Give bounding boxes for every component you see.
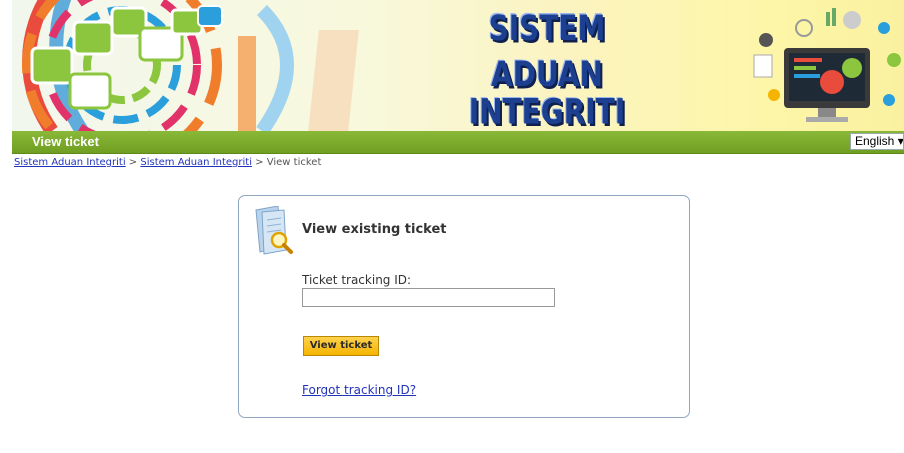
tracking-id-label: Ticket tracking ID: <box>302 273 412 287</box>
breadcrumb: Sistem Aduan Integriti > Sistem Aduan In… <box>14 157 321 168</box>
page-title: View ticket <box>32 134 99 149</box>
page: SISTEM ADUAN INTEGRITI View ticket Engli… <box>12 0 904 453</box>
forgot-tracking-id-link[interactable]: Forgot tracking ID? <box>302 383 416 397</box>
breadcrumb-separator: > <box>125 157 141 168</box>
breadcrumb-link-2[interactable]: Sistem Aduan Integriti <box>140 157 252 168</box>
page-title-bar: View ticket English ▾ <box>12 131 904 154</box>
banner-devices-graphic <box>753 8 901 122</box>
header-banner: SISTEM ADUAN INTEGRITI <box>12 0 904 131</box>
breadcrumb-link-1[interactable]: Sistem Aduan Integriti <box>14 157 126 168</box>
banner-title-line1: SISTEM <box>488 7 606 49</box>
view-ticket-button[interactable]: View ticket <box>303 336 379 356</box>
language-select[interactable]: English ▾ <box>850 133 904 150</box>
banner-title: SISTEM ADUAN INTEGRITI <box>412 7 682 131</box>
panel-heading: View existing ticket <box>302 222 447 237</box>
document-search-icon <box>255 206 293 255</box>
banner-title-line2: ADUAN INTEGRITI <box>468 54 626 131</box>
tracking-id-input[interactable] <box>302 288 555 307</box>
banner-decoration-graphic <box>22 0 359 131</box>
breadcrumb-current: View ticket <box>266 157 322 168</box>
breadcrumb-separator: > <box>252 157 267 168</box>
view-ticket-panel: View existing ticket Ticket tracking ID:… <box>238 195 690 418</box>
